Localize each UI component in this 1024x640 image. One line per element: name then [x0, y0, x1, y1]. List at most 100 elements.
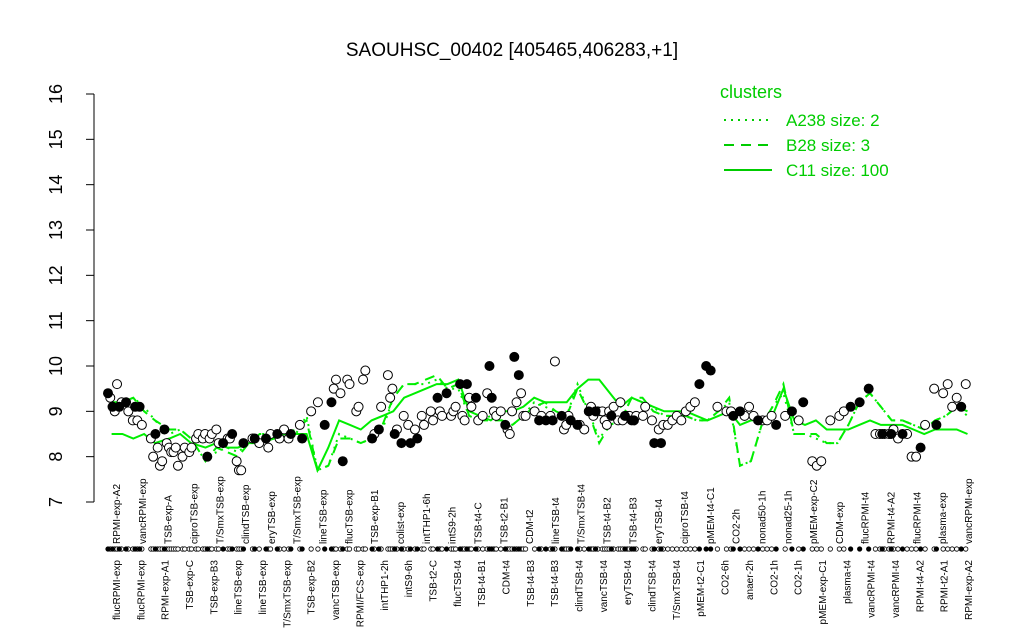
rug-open: [333, 546, 339, 552]
x-label: lineTSB-t4: [551, 497, 562, 544]
rug-open: [430, 546, 436, 552]
filled-point: [367, 433, 378, 444]
rug-filled: [773, 546, 779, 552]
rug-filled: [407, 546, 414, 552]
rug-filled: [658, 546, 664, 552]
open-point: [152, 442, 163, 453]
filled-point: [486, 392, 497, 403]
rug-open: [836, 546, 842, 552]
rug-filled: [322, 546, 328, 552]
open-point: [376, 401, 387, 412]
rug-filled: [434, 546, 441, 552]
rug-open: [692, 546, 698, 552]
rug-open: [480, 546, 486, 552]
open-point: [382, 370, 393, 381]
rug-open: [493, 546, 499, 552]
open-point: [637, 410, 648, 421]
filled-point: [694, 379, 705, 390]
open-point: [419, 419, 430, 430]
open-point: [416, 410, 427, 421]
rug-filled: [917, 546, 924, 552]
rug-filled: [252, 546, 258, 552]
filled-point: [150, 429, 161, 439]
rug-open: [904, 546, 910, 552]
x-label: RPMI/FCS-exp: [355, 560, 366, 628]
x-label: plasma-t4: [842, 560, 853, 604]
rug-open: [769, 546, 775, 552]
rug-open: [421, 546, 427, 552]
open-point: [330, 374, 341, 385]
rug-open: [175, 546, 181, 552]
x-label: CO2-2h: [732, 509, 743, 544]
rug-open: [814, 546, 820, 552]
x-label: TSB-t4-C: [473, 502, 484, 544]
x-label: TSB-t4-B1: [477, 560, 488, 607]
filled-point: [461, 379, 472, 390]
x-label: CO2-1h: [769, 560, 780, 595]
filled-point: [326, 397, 337, 408]
open-point: [353, 401, 364, 412]
rug-filled: [369, 546, 375, 552]
rug-open: [362, 546, 368, 552]
y-tick-label: 7: [46, 497, 66, 507]
filled-point: [798, 397, 809, 408]
rug-filled: [288, 546, 294, 552]
filled-point: [705, 365, 716, 376]
legend-title: clusters: [720, 82, 782, 102]
x-label: TSB-exp-B1: [370, 489, 381, 544]
open-point: [360, 365, 371, 376]
x-label: eryTSB-t4: [654, 499, 665, 544]
open-point: [170, 442, 181, 453]
filled-point: [897, 429, 908, 439]
rug-filled: [398, 546, 405, 552]
rug-open: [665, 546, 671, 552]
rug-open: [209, 546, 215, 552]
open-point: [335, 388, 346, 399]
rug-open: [714, 546, 721, 552]
rug-open: [723, 546, 730, 552]
y-tick-label: 14: [46, 175, 66, 195]
rug-open: [669, 546, 675, 552]
rug-open: [453, 546, 459, 552]
x-label: flucTSB-t4: [453, 560, 464, 607]
rug-open: [439, 546, 445, 552]
rug-open: [940, 546, 946, 552]
open-point: [466, 401, 477, 412]
filled-point: [931, 419, 942, 430]
rug-open: [195, 546, 201, 552]
x-label: intTHP1-2h: [380, 560, 391, 611]
rug-filled: [132, 546, 138, 552]
open-point: [825, 415, 836, 426]
open-point: [516, 388, 527, 399]
filled-point: [218, 438, 229, 449]
rug-filled: [737, 546, 743, 552]
rug-filled: [574, 546, 581, 552]
rug-open: [741, 546, 748, 552]
rug-filled: [586, 546, 592, 552]
rug-open: [841, 546, 847, 552]
x-label: RPMI-t4-A2: [915, 560, 926, 613]
open-point: [689, 397, 700, 408]
y-axis: 7 8 9 10 11 12 13 14 15 16: [46, 84, 95, 507]
x-label: flucTSB-exp: [344, 489, 355, 544]
y-tick-label: 9: [46, 406, 66, 416]
filled-point: [285, 429, 296, 439]
x-label: intS9-6h: [404, 560, 415, 597]
filled-point: [441, 388, 452, 399]
x-label: TSB-t4-B2: [603, 497, 614, 544]
open-point: [520, 410, 531, 421]
rug-filled: [240, 546, 247, 552]
open-point: [385, 392, 396, 403]
open-point: [676, 415, 687, 426]
rug-open: [642, 546, 648, 552]
x-label: RPMI-exp-A2: [112, 484, 123, 544]
rug-filled: [502, 546, 508, 552]
x-label: RPMI-exp-A1: [161, 560, 172, 620]
x-label: lineTSB-exp: [319, 489, 330, 544]
x-label: vancRPMI-t4: [891, 560, 902, 618]
rug-filled: [299, 546, 305, 552]
rug-filled: [204, 546, 210, 552]
rug-open: [468, 546, 475, 552]
x-label: T/SmxTSB-exp: [282, 560, 293, 628]
rug-open: [678, 546, 684, 552]
